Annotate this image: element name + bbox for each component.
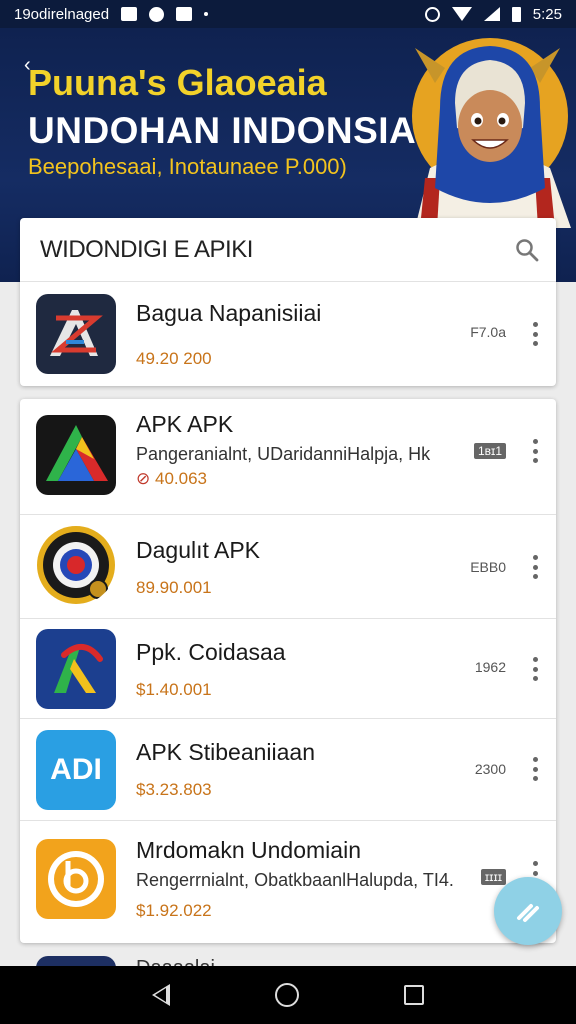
app-price: $1.40.001 bbox=[136, 680, 212, 699]
more-options-icon[interactable] bbox=[532, 555, 538, 579]
more-options-icon[interactable] bbox=[532, 757, 538, 781]
list-item[interactable]: ADI APK Stibeaniiaan $3.23.803 2300 bbox=[20, 719, 556, 821]
arc-app-icon bbox=[36, 629, 116, 709]
search-label: WIDONDIGI E APIKI bbox=[40, 235, 253, 263]
app-name: APK Stibeaniiaan bbox=[136, 739, 316, 765]
more-options-icon[interactable] bbox=[532, 439, 538, 463]
app-name: Mrdomakn Undomiain bbox=[136, 837, 361, 863]
location-icon bbox=[424, 6, 440, 22]
adi-app-icon: ADI bbox=[36, 730, 116, 810]
floating-action-button[interactable] bbox=[494, 877, 562, 945]
app-name: APK APK bbox=[136, 411, 234, 437]
home-icon[interactable] bbox=[274, 983, 299, 1007]
banner-subtitle: Beepohesaai, Inotaunaee P.000) bbox=[28, 154, 347, 179]
more-options-icon[interactable] bbox=[532, 322, 538, 346]
list-item[interactable]: Mrdomakn Undomiain Rengerrnialnt, Obatkb… bbox=[20, 821, 556, 943]
search-bar[interactable]: WIDONDIGI E APIKI bbox=[20, 218, 556, 282]
more-notifications-icon bbox=[204, 12, 209, 16]
banner-headline: UNDOHAN INDONSIA bbox=[28, 110, 417, 151]
more-options-icon[interactable] bbox=[532, 657, 538, 681]
az-app-icon bbox=[36, 294, 116, 374]
battery-icon bbox=[511, 6, 521, 22]
banner-title: Puuna's Glaoeaia bbox=[28, 62, 327, 103]
app-description: Rengerrnialnt, ObatkbaanlHalupda, TI4. bbox=[136, 870, 454, 890]
app-price: $3.23.803 bbox=[136, 780, 212, 799]
list-item[interactable]: APK APK Pangeranialnt, UDaridanniHalpja,… bbox=[20, 399, 556, 515]
app-size: F7.0a bbox=[470, 324, 506, 340]
message-icon bbox=[149, 6, 165, 22]
system-nav-bar bbox=[0, 966, 576, 1024]
list-item[interactable]: Ppk. Coidasaa $1.40.001 1962 bbox=[20, 619, 556, 719]
app-name: Bagua Napanisiiai bbox=[136, 300, 322, 326]
target-app-icon bbox=[36, 525, 116, 605]
list-item[interactable]: Dagulıt APK 89.90.001 EBB0 bbox=[20, 515, 556, 619]
search-icon[interactable] bbox=[514, 237, 540, 263]
app-price: 40.063 bbox=[154, 469, 207, 488]
signal-icon bbox=[483, 7, 500, 21]
status-time: 5:25 bbox=[532, 5, 562, 23]
wifi-icon bbox=[451, 7, 472, 21]
app-size: 1962 bbox=[474, 659, 506, 675]
app-price: $1.92.022 bbox=[136, 901, 212, 920]
status-carrier-text: 19odirelnaged bbox=[14, 5, 110, 23]
notification-icon bbox=[121, 7, 138, 21]
search-card: WIDONDIGI E APIKI Bagua Napanisiiai 49.2… bbox=[20, 218, 556, 386]
mascot-illustration bbox=[412, 38, 571, 228]
image-icon bbox=[176, 7, 193, 21]
app-name: Dagulıt APK bbox=[136, 537, 261, 563]
app-price: 89.90.001 bbox=[136, 578, 212, 597]
edit-icon bbox=[517, 904, 539, 922]
recent-apps-icon[interactable] bbox=[403, 985, 424, 1005]
adi-icon-text: ADI bbox=[50, 753, 102, 786]
status-bar: 19odirelnaged 5:25 bbox=[0, 0, 576, 28]
warning-icon: ⊘ bbox=[136, 469, 151, 488]
app-size: EBB0 bbox=[470, 559, 506, 575]
triangle-app-icon bbox=[36, 415, 116, 495]
app-size: ɪɪɪɪ bbox=[480, 869, 506, 885]
app-price: 49.20 200 bbox=[136, 349, 212, 368]
app-list: APK APK Pangeranialnt, UDaridanniHalpja,… bbox=[20, 399, 556, 943]
app-name: Ppk. Coidasaa bbox=[136, 639, 286, 665]
back-icon[interactable] bbox=[152, 984, 171, 1006]
app-description: Pangeranialnt, UDaridanniHalpja, Hk bbox=[136, 444, 431, 464]
b-coin-app-icon bbox=[36, 839, 116, 919]
app-size: 2300 bbox=[474, 761, 506, 777]
app-size: 1ʙɪ1 bbox=[474, 443, 506, 459]
featured-app-row[interactable]: Bagua Napanisiiai 49.20 200 F7.0a bbox=[20, 282, 556, 386]
